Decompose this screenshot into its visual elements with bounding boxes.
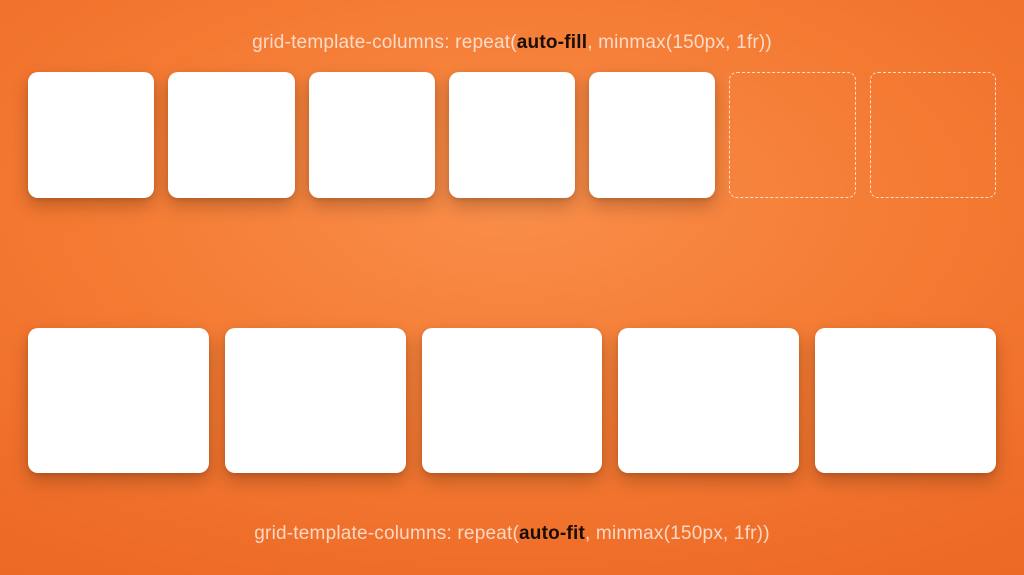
auto-fill-ghost-track [729,72,855,198]
auto-fit-card [28,328,209,473]
auto-fit-card [225,328,406,473]
auto-fit-card [618,328,799,473]
auto-fill-label-suffix: , minmax(150px, 1fr)) [587,32,772,53]
auto-fit-keyword: auto-fit [519,523,585,544]
auto-fit-label-suffix: , minmax(150px, 1fr)) [585,523,770,544]
auto-fit-card [815,328,996,473]
auto-fill-card [449,72,575,198]
auto-fill-label: grid-template-columns: repeat(auto-fill,… [0,32,1024,54]
auto-fill-ghost-track [870,72,996,198]
auto-fit-label-prefix: grid-template-columns: repeat( [254,523,519,544]
auto-fill-card [589,72,715,198]
auto-fit-label: grid-template-columns: repeat(auto-fit, … [0,523,1024,545]
auto-fill-card [309,72,435,198]
auto-fit-grid [28,328,996,473]
auto-fill-row [28,72,996,198]
auto-fill-label-prefix: grid-template-columns: repeat( [252,32,517,53]
auto-fill-grid [28,72,996,198]
auto-fill-card [28,72,154,198]
auto-fill-card [168,72,294,198]
auto-fit-row [28,328,996,473]
auto-fit-card [422,328,603,473]
auto-fill-keyword: auto-fill [517,32,587,53]
